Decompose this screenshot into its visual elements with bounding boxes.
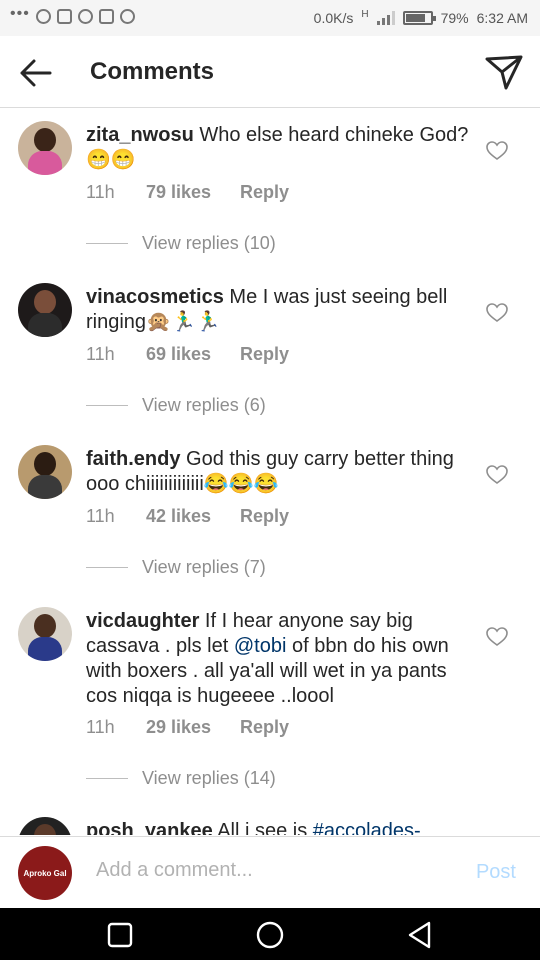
battery-percent: 79% <box>440 10 469 26</box>
user-mention-link[interactable]: @tobi <box>234 635 287 657</box>
whatsapp-icon <box>77 9 93 24</box>
comment-username[interactable]: faith.endy <box>86 448 180 470</box>
comments-list[interactable]: zita_nwosu Who else heard chineke God? 😁… <box>0 109 540 835</box>
comment-text: faith.endy God this guy carry better thi… <box>86 447 474 497</box>
avatar-body <box>28 475 62 499</box>
home-icon[interactable] <box>255 920 285 950</box>
comment-meta: 11h 42 likes Reply <box>86 506 289 527</box>
view-replies-label: View replies (10) <box>142 233 276 253</box>
comment-time: 11h <box>86 182 115 202</box>
android-nav-bar <box>0 908 540 960</box>
avatar-head <box>34 824 56 835</box>
like-heart-icon[interactable] <box>486 465 508 485</box>
sync-icon <box>119 9 135 24</box>
divider <box>86 405 128 406</box>
comment-meta: 11h 79 likes Reply <box>86 182 289 203</box>
comment-meta: 11h 29 likes Reply <box>86 717 289 738</box>
comment-time: 11h <box>86 344 115 364</box>
avatar[interactable] <box>18 121 72 175</box>
divider <box>86 778 128 779</box>
page-title: Comments <box>90 58 215 85</box>
divider <box>86 567 128 568</box>
instagram-icon <box>98 9 114 24</box>
back-arrow-icon[interactable] <box>18 56 54 90</box>
battery-icon <box>402 11 436 25</box>
avatar[interactable] <box>18 283 72 337</box>
comment-composer: Aproko Gal Post <box>0 836 540 908</box>
more-notifications-icon: ••• <box>10 4 30 22</box>
likes-count[interactable]: 69 likes <box>146 344 240 365</box>
likes-count[interactable]: 42 likes <box>146 506 240 527</box>
avatar-body <box>28 151 62 175</box>
reply-button[interactable]: Reply <box>240 344 289 365</box>
view-replies-button[interactable]: View replies (6) <box>86 395 266 416</box>
reply-button[interactable]: Reply <box>240 506 289 527</box>
avatar[interactable] <box>18 607 72 661</box>
comment-meta: 11h 69 likes Reply <box>86 344 289 365</box>
reply-button[interactable]: Reply <box>240 182 289 203</box>
direct-message-icon[interactable] <box>484 52 524 92</box>
signal-icon <box>376 11 395 25</box>
avatar-body <box>28 637 62 661</box>
comment-username[interactable]: vinacosmetics <box>86 286 224 308</box>
view-replies-button[interactable]: View replies (7) <box>86 557 266 578</box>
view-replies-label: View replies (6) <box>142 395 266 415</box>
avatar-head <box>34 614 56 638</box>
view-replies-button[interactable]: View replies (10) <box>86 233 276 254</box>
comment-username[interactable]: vicdaughter <box>86 610 199 632</box>
status-bar: ••• 0.0K/s H 79% 6:32 AM <box>0 0 540 36</box>
comment-input[interactable] <box>96 859 426 882</box>
like-heart-icon[interactable] <box>486 627 508 647</box>
comment-username[interactable]: zita_nwosu <box>86 124 194 146</box>
divider <box>86 243 128 244</box>
post-button[interactable]: Post <box>476 861 516 884</box>
avatar-head <box>34 128 56 152</box>
notification-icons: ••• <box>10 5 135 24</box>
likes-count[interactable]: 79 likes <box>146 182 240 203</box>
system-indicators: 0.0K/s H 79% 6:32 AM <box>313 8 528 27</box>
likes-count[interactable]: 29 likes <box>146 717 240 738</box>
comment-body: All i see is <box>217 820 313 835</box>
avatar-body <box>28 313 62 337</box>
comment-username[interactable]: posh_yankee <box>86 820 213 835</box>
view-replies-button[interactable]: View replies (14) <box>86 768 276 789</box>
shield-icon <box>35 9 51 24</box>
network-speed: 0.0K/s <box>313 10 354 26</box>
avatar-logo-text: Aproko Gal <box>23 868 67 878</box>
comment-time: 11h <box>86 506 115 526</box>
avatar-head <box>34 452 56 476</box>
app-header: Comments <box>0 36 540 108</box>
image-icon <box>56 9 72 24</box>
avatar[interactable] <box>18 817 72 835</box>
comment-text: posh_yankee All i see is #accolades- <box>86 819 474 835</box>
comment-text: zita_nwosu Who else heard chineke God? 😁… <box>86 123 474 173</box>
avatar[interactable] <box>18 445 72 499</box>
view-replies-label: View replies (7) <box>142 557 266 577</box>
battery-level <box>405 14 425 22</box>
clock: 6:32 AM <box>476 10 528 26</box>
comment-text: vinacosmetics Me I was just seeing bell … <box>86 285 474 335</box>
like-heart-icon[interactable] <box>486 303 508 323</box>
back-nav-icon[interactable] <box>405 920 435 950</box>
avatar-head <box>34 290 56 314</box>
comment-text: vicdaughter If I hear anyone say big cas… <box>86 609 474 709</box>
like-heart-icon[interactable] <box>486 141 508 161</box>
view-replies-label: View replies (14) <box>142 768 276 788</box>
comment-time: 11h <box>86 717 115 737</box>
network-type: H <box>361 8 369 20</box>
hashtag-link[interactable]: #accolades- <box>313 820 421 835</box>
reply-button[interactable]: Reply <box>240 717 289 738</box>
current-user-avatar: Aproko Gal <box>18 846 72 900</box>
recent-apps-icon[interactable] <box>105 920 135 950</box>
